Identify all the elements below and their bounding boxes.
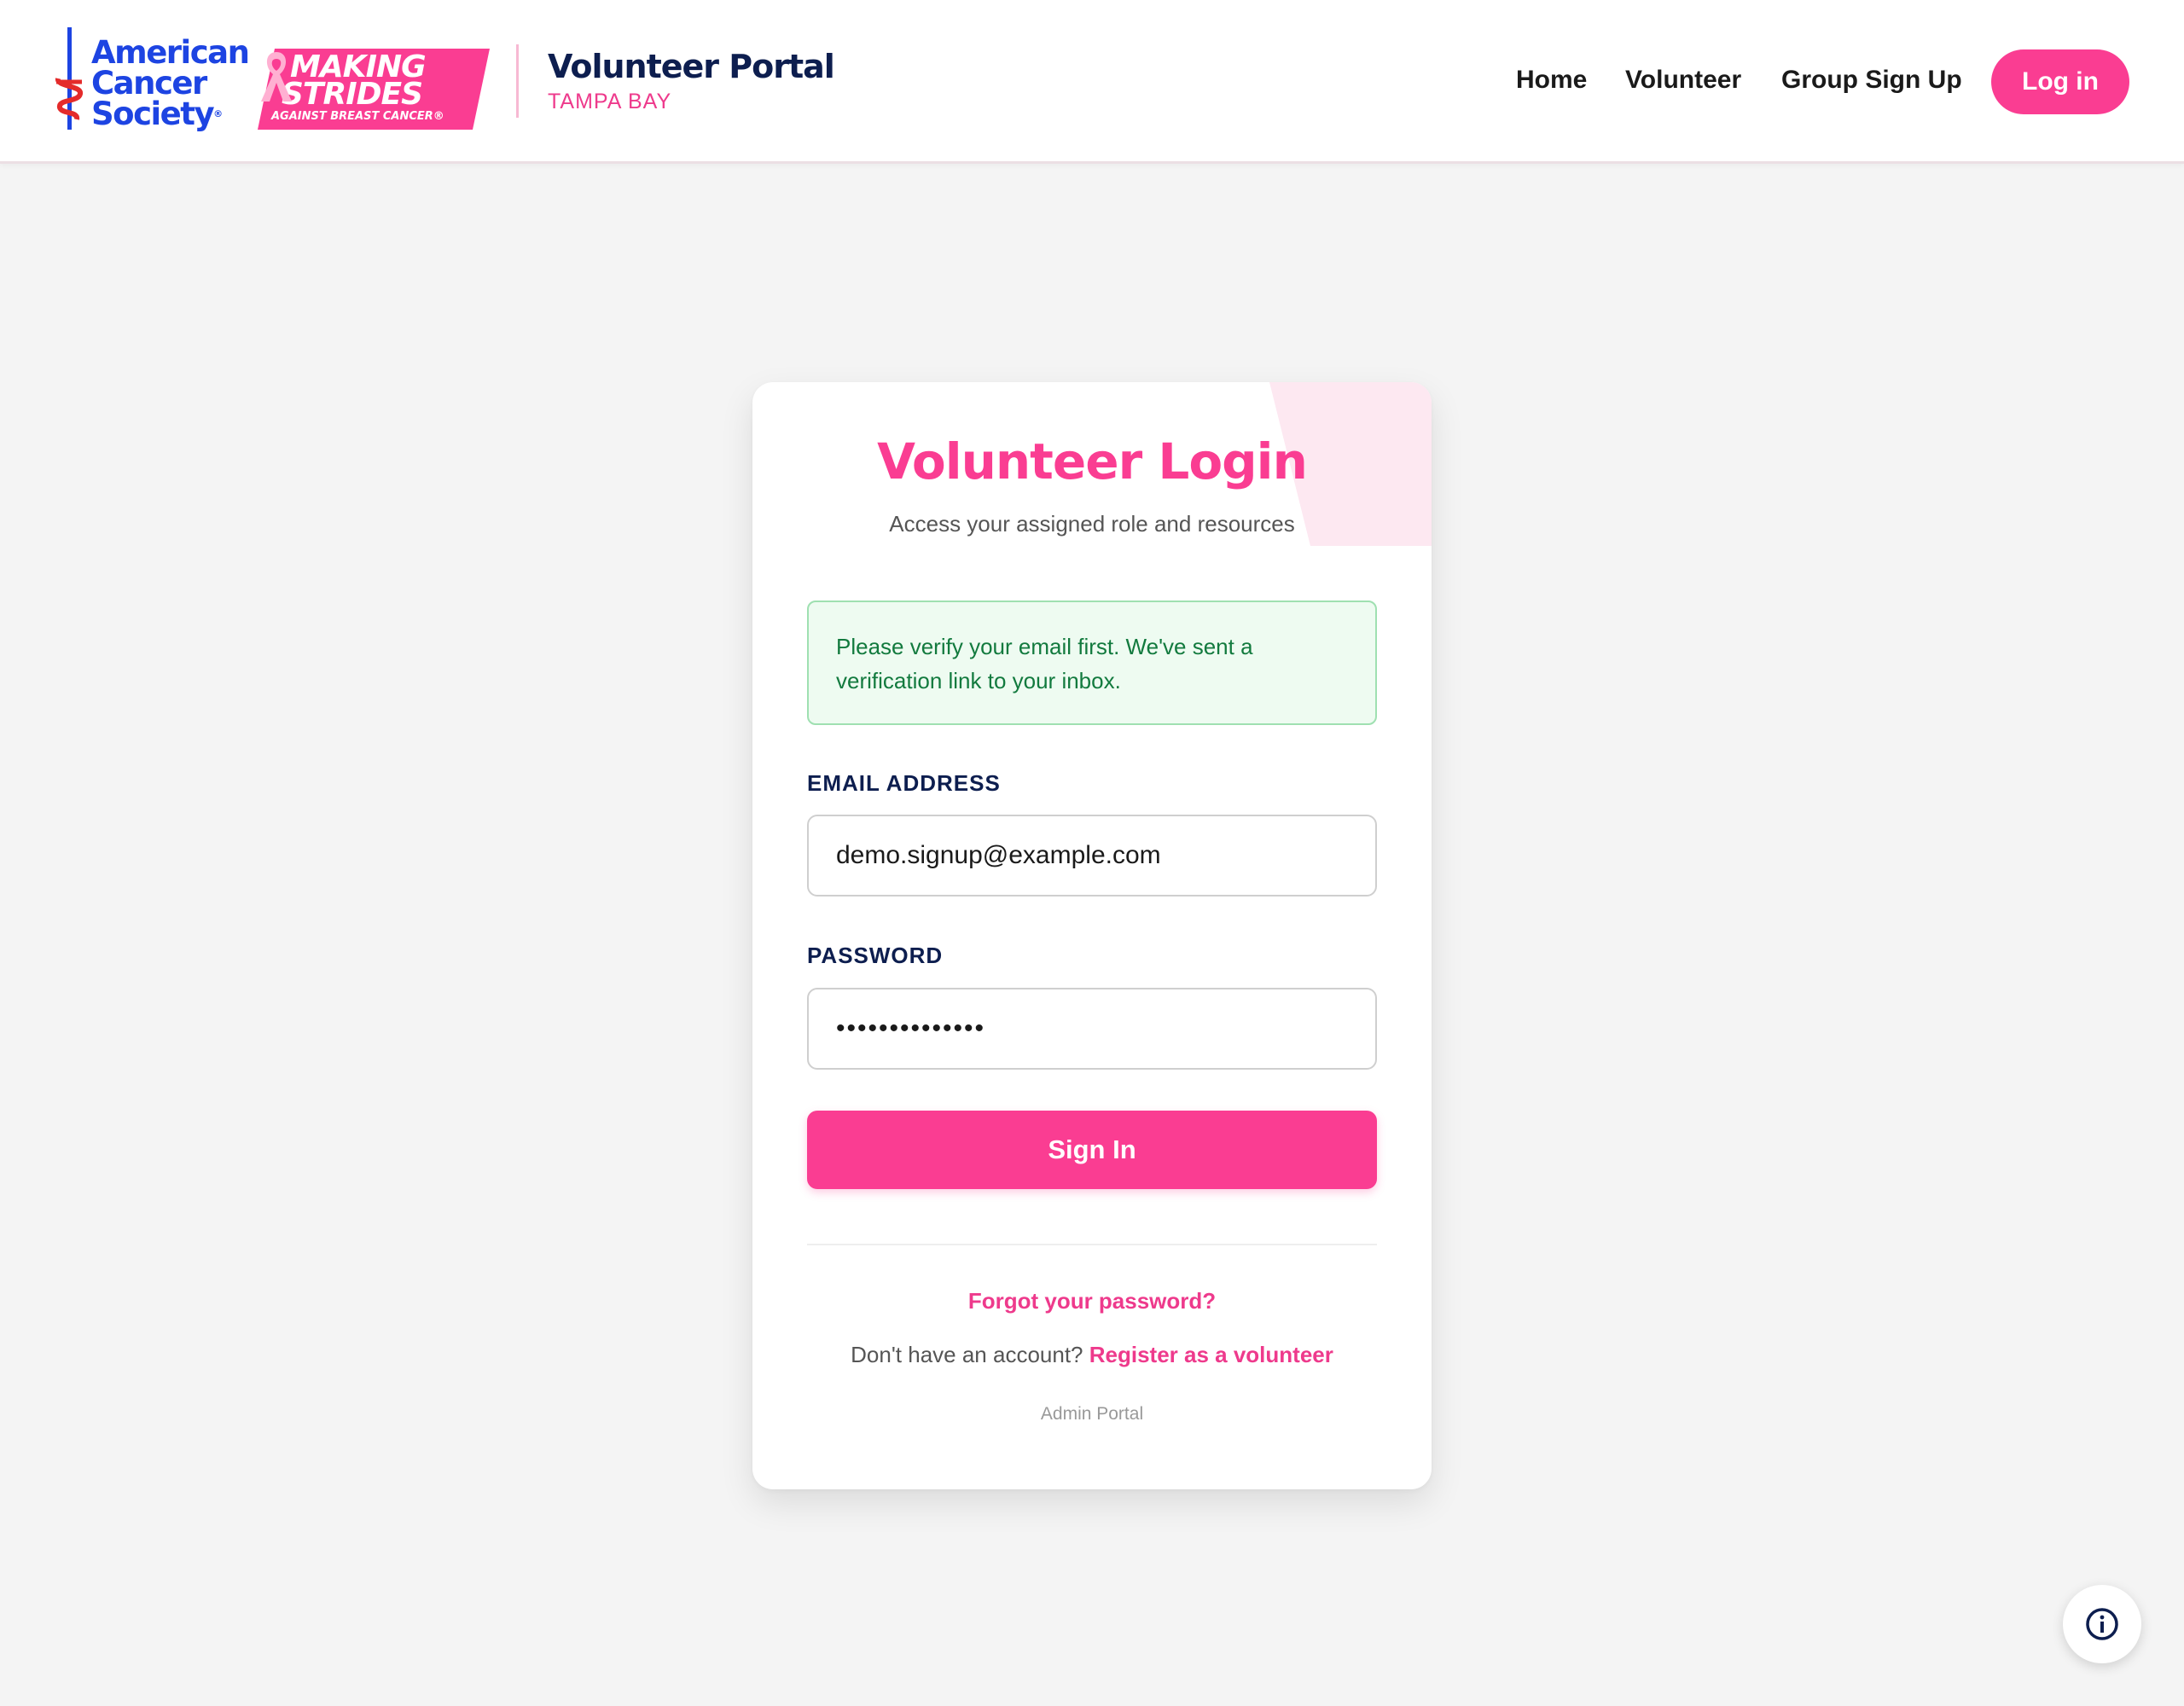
header-login-button[interactable]: Log in (1991, 49, 2129, 114)
acs-sword-icon (55, 27, 83, 130)
login-title: Volunteer Login (877, 432, 1308, 490)
card-divider (807, 1244, 1377, 1245)
registered-mark: ® (213, 108, 224, 119)
info-button[interactable] (2063, 1585, 2141, 1663)
portal-subtitle: TAMPA BAY (548, 90, 672, 113)
nav-home[interactable]: Home (1516, 61, 1587, 99)
making-strides-logo[interactable]: MAKING STRIDES AGAINST BREAST CANCER® (258, 49, 490, 130)
nav-group-sign-up[interactable]: Group Sign Up (1781, 61, 1962, 99)
forgot-password-link[interactable]: Forgot your password? (752, 1286, 1432, 1315)
admin-portal-link[interactable]: Admin Portal (752, 1402, 1432, 1426)
password-field[interactable]: •••••••••••••• (807, 988, 1377, 1070)
header-divider (516, 44, 519, 118)
password-label: PASSWORD (807, 943, 944, 968)
login-card: Volunteer Login Access your assigned rol… (752, 382, 1432, 1489)
acs-line-3: Society (91, 96, 215, 132)
sign-in-button[interactable]: Sign In (807, 1111, 1377, 1189)
portal-title: Volunteer Portal (548, 48, 835, 85)
making-strides-line-2: STRIDES (282, 77, 423, 112)
pink-ribbon-icon (261, 52, 292, 102)
acs-wordmark: American Cancer Society® (91, 34, 250, 132)
login-subtitle: Access your assigned role and resources (889, 511, 1295, 537)
site-header: American Cancer Society® MAKING STRIDES … (0, 0, 2184, 164)
acs-line-2: Cancer (91, 65, 207, 102)
no-account-text: Don't have an account? (851, 1342, 1083, 1367)
verify-email-alert: Please verify your email first. We've se… (807, 601, 1377, 725)
acs-line-1: American (91, 34, 250, 71)
email-label: EMAIL ADDRESS (807, 770, 1001, 796)
info-icon (2086, 1608, 2118, 1640)
nav-volunteer[interactable]: Volunteer (1625, 61, 1741, 99)
email-field[interactable]: demo.signup@example.com (807, 815, 1377, 897)
acs-logo[interactable]: American Cancer Society® (53, 26, 258, 138)
making-strides-line-3: AGAINST BREAST CANCER® (271, 110, 444, 123)
register-link[interactable]: Register as a volunteer (1089, 1342, 1333, 1367)
register-prompt: Don't have an account? Register as a vol… (752, 1340, 1432, 1369)
